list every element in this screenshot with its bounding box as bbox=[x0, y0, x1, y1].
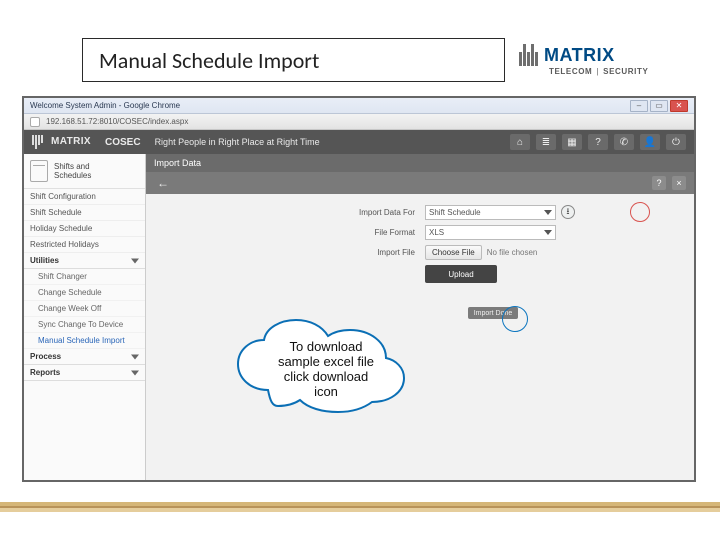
chevron-down-icon bbox=[131, 370, 139, 375]
slide-title-box: Manual Schedule Import bbox=[82, 38, 505, 82]
download-sample-button[interactable]: ⭳ bbox=[561, 205, 575, 219]
import-for-select[interactable]: Shift Schedule bbox=[425, 205, 556, 220]
clipboard-icon bbox=[30, 160, 48, 182]
sidebar-utilities-header[interactable]: Utilities bbox=[24, 253, 145, 269]
app-product: COSEC bbox=[105, 137, 141, 148]
apps-icon[interactable]: ▦ bbox=[562, 134, 582, 150]
chrome-titlebar: Welcome System Admin - Google Chrome – ▭… bbox=[24, 98, 694, 114]
chevron-down-icon bbox=[131, 354, 139, 359]
sidebar-sub-item[interactable]: Change Week Off bbox=[24, 301, 145, 317]
window-maximize-button[interactable]: ▭ bbox=[650, 100, 668, 112]
user-icon[interactable]: 👤 bbox=[640, 134, 660, 150]
panel-help-icon[interactable]: ? bbox=[652, 176, 666, 190]
panel-close-icon[interactable]: × bbox=[672, 176, 686, 190]
filter-icon[interactable]: ≣ bbox=[536, 134, 556, 150]
sidebar-reports-header[interactable]: Reports bbox=[24, 365, 145, 381]
sidebar-item[interactable]: Holiday Schedule bbox=[24, 221, 145, 237]
file-format-select[interactable]: XLS bbox=[425, 225, 556, 240]
panel-toolbar: ← ? × bbox=[146, 172, 694, 194]
callout-cloud: To download sample excel file click down… bbox=[232, 316, 420, 428]
file-format-label: File Format bbox=[265, 228, 415, 237]
import-form: Import Data For Shift Schedule ⭳ File Fo… bbox=[146, 196, 694, 282]
page-icon bbox=[30, 117, 40, 127]
app-logo-icon bbox=[32, 135, 43, 149]
app-brand: MATRIX bbox=[51, 137, 91, 147]
footer-decor bbox=[0, 502, 720, 512]
app-tagline: Right People in Right Place at Right Tim… bbox=[155, 137, 320, 147]
panel-title: Import Data bbox=[146, 154, 694, 172]
import-for-label: Import Data For bbox=[265, 208, 415, 217]
company-logo: MATRIX TELECOM | SECURITY bbox=[519, 38, 664, 82]
window-minimize-button[interactable]: – bbox=[630, 100, 648, 112]
help-icon[interactable]: ? bbox=[588, 134, 608, 150]
chrome-address-bar[interactable]: 192.168.51.72:8010/COSEC/index.aspx bbox=[24, 114, 694, 130]
logo-sep: | bbox=[596, 67, 599, 76]
logo-sub1: TELECOM bbox=[549, 67, 592, 76]
no-file-text: No file chosen bbox=[487, 248, 538, 257]
chevron-down-icon bbox=[544, 210, 552, 215]
callout-line: click download bbox=[232, 370, 420, 385]
slide-title: Manual Schedule Import bbox=[99, 47, 319, 74]
sidebar-sub-item[interactable]: Change Schedule bbox=[24, 285, 145, 301]
chrome-window-title: Welcome System Admin - Google Chrome bbox=[30, 101, 180, 110]
main-panel: Import Data ← ? × Import Data For Shift … bbox=[146, 154, 694, 480]
chrome-url-text: 192.168.51.72:8010/COSEC/index.aspx bbox=[46, 117, 188, 126]
import-for-value: Shift Schedule bbox=[429, 208, 481, 217]
logo-bars-icon bbox=[519, 44, 538, 66]
home-icon[interactable]: ⌂ bbox=[510, 134, 530, 150]
sidebar-section-title: Shifts and Schedules bbox=[54, 162, 91, 180]
app-header: MATRIX COSEC Right People in Right Place… bbox=[24, 130, 694, 154]
sidebar-process-header[interactable]: Process bbox=[24, 349, 145, 365]
callout-highlight-import bbox=[502, 306, 528, 332]
sidebar-item[interactable]: Restricted Holidays bbox=[24, 237, 145, 253]
back-button[interactable]: ← bbox=[154, 175, 172, 191]
import-file-label: Import File bbox=[265, 248, 415, 257]
file-format-value: XLS bbox=[429, 228, 444, 237]
chevron-down-icon bbox=[544, 230, 552, 235]
sidebar-item[interactable]: Shift Schedule bbox=[24, 205, 145, 221]
upload-button[interactable]: Upload bbox=[425, 265, 497, 283]
sidebar: Shifts and Schedules Shift Configuration… bbox=[24, 154, 146, 480]
sidebar-sub-item-active[interactable]: Manual Schedule Import bbox=[24, 333, 145, 349]
sidebar-sub-item[interactable]: Sync Change To Device bbox=[24, 317, 145, 333]
callout-line: icon bbox=[232, 385, 420, 400]
window-close-button[interactable]: ✕ bbox=[670, 100, 688, 112]
power-icon[interactable]: ⏻ bbox=[666, 134, 686, 150]
choose-file-button[interactable]: Choose File bbox=[425, 245, 482, 260]
phone-icon[interactable]: ✆ bbox=[614, 134, 634, 150]
sidebar-item[interactable]: Shift Configuration bbox=[24, 189, 145, 205]
chevron-down-icon bbox=[131, 258, 139, 263]
sidebar-section: Shifts and Schedules bbox=[24, 154, 145, 189]
logo-sub2: SECURITY bbox=[603, 67, 648, 76]
callout-line: sample excel file bbox=[232, 355, 420, 370]
logo-brand: MATRIX bbox=[544, 45, 615, 66]
callout-line: To download bbox=[232, 340, 420, 355]
sidebar-sub-item[interactable]: Shift Changer bbox=[24, 269, 145, 285]
